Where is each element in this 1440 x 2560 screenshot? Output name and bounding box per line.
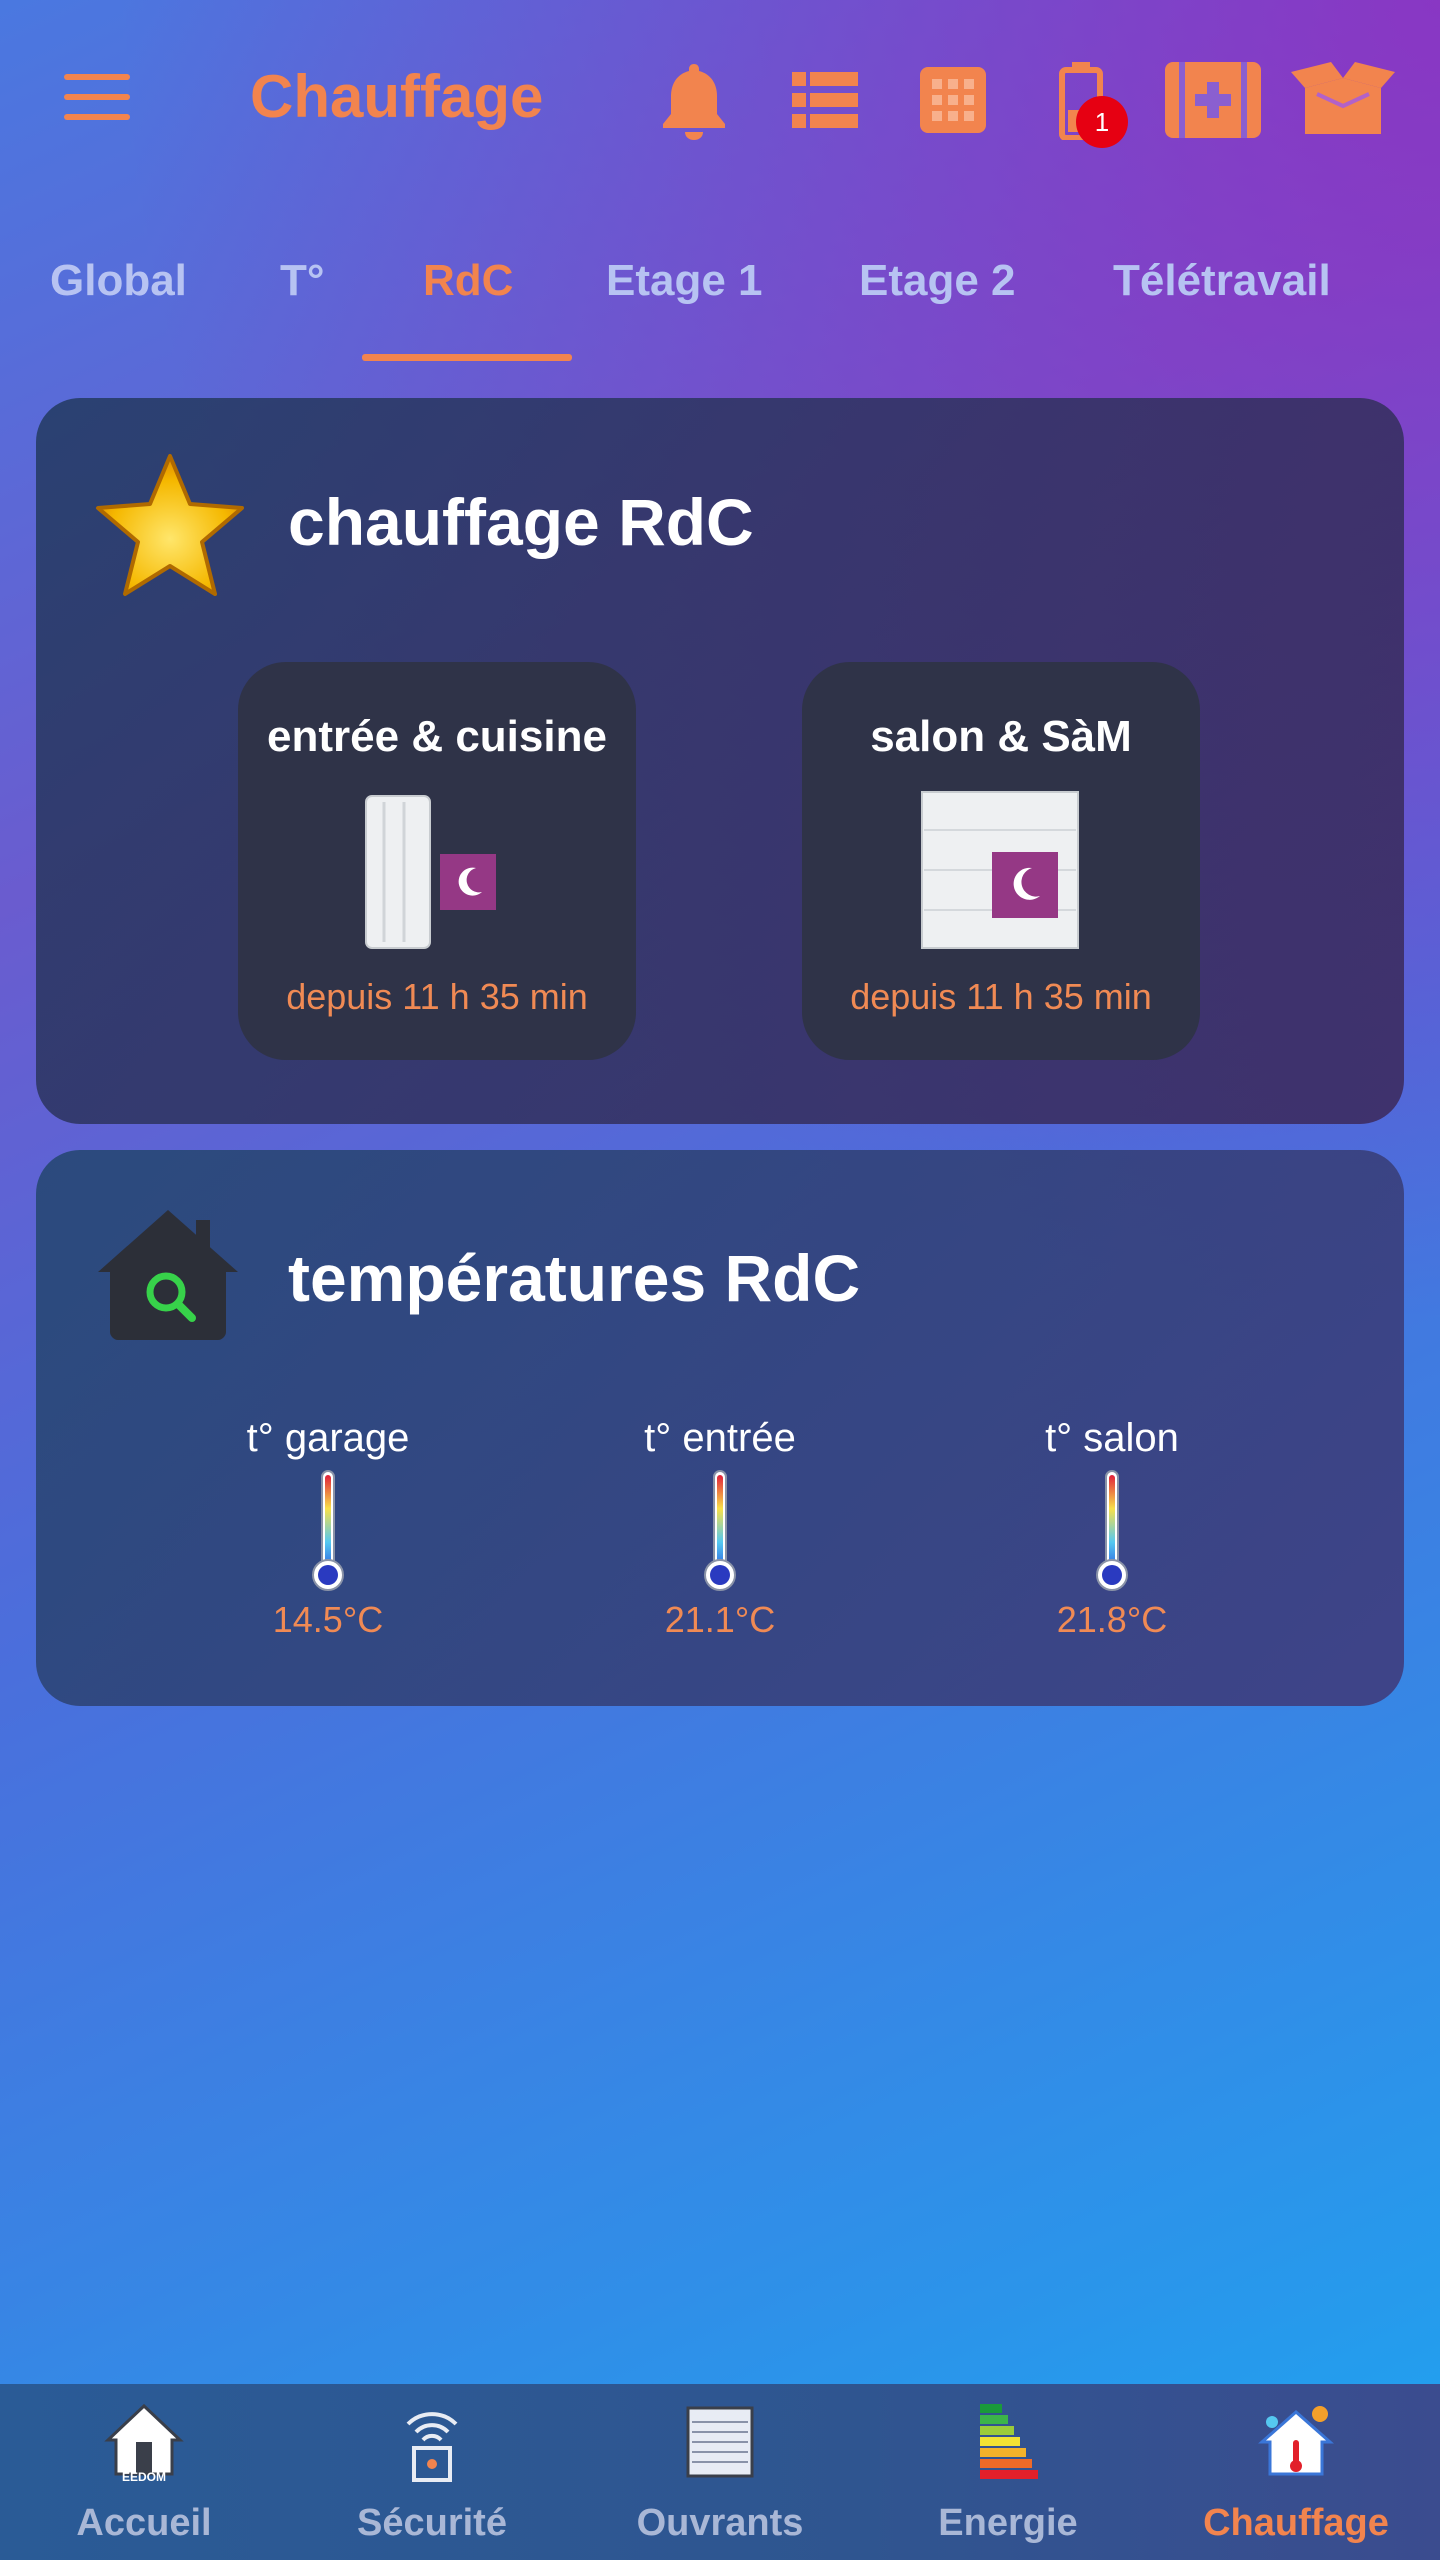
nav-item-accueil[interactable]: EEDOM Accueil: [0, 2384, 288, 2560]
shutter-icon: [680, 2402, 760, 2482]
page-title: Chauffage: [250, 63, 544, 130]
temperature-sensor[interactable]: t° garage 14.5°C: [158, 1416, 498, 1641]
nav-item-securite[interactable]: Sécurité: [288, 2384, 576, 2560]
tab-etage-1[interactable]: Etage 1: [606, 256, 763, 306]
star-icon: [92, 452, 252, 602]
sensor-label: t° salon: [1045, 1416, 1179, 1460]
sensor-label: t° entrée: [644, 1416, 796, 1460]
nav-label: Sécurité: [357, 2502, 507, 2544]
temperature-sensor[interactable]: t° entrée 21.1°C: [550, 1416, 890, 1641]
sensor-label: t° garage: [246, 1416, 410, 1460]
nav-item-chauffage[interactable]: Chauffage: [1152, 2384, 1440, 2560]
heating-house-icon: [1256, 2402, 1336, 2482]
thermometer-icon: [704, 1470, 736, 1591]
list-icon[interactable]: [790, 60, 860, 140]
health-icon[interactable]: [1164, 60, 1262, 140]
bell-icon[interactable]: [656, 60, 732, 140]
tab-temperature[interactable]: T°: [280, 256, 324, 306]
active-tab-indicator: [362, 354, 572, 361]
temperature-card: températures RdC t° garage 14.5°C t° ent…: [36, 1150, 1404, 1706]
grid-icon[interactable]: [918, 60, 988, 140]
app-header: Chauffage 1: [0, 0, 1440, 200]
sensor-value: 21.8°C: [1056, 1599, 1168, 1640]
tab-rdc[interactable]: RdC: [423, 256, 513, 306]
nav-label: Energie: [938, 2502, 1078, 2544]
svg-text:EEDOM: EEDOM: [122, 2470, 166, 2482]
thermometer-icon: [1096, 1470, 1128, 1591]
sensor-value: 21.1°C: [664, 1599, 776, 1640]
tab-etage-2[interactable]: Etage 2: [859, 256, 1016, 306]
heating-card: chauffage RdC entrée & cuisine depuis 11…: [36, 398, 1404, 1124]
heating-zone-tile[interactable]: entrée & cuisine depuis 11 h 35 min: [238, 662, 636, 1060]
heating-card-title: chauffage RdC: [288, 485, 754, 559]
heating-zone-status: depuis 11 h 35 min: [286, 976, 588, 1017]
notification-badge: 1: [1076, 96, 1128, 148]
tab-global[interactable]: Global: [50, 256, 187, 306]
thermometer-icon: [312, 1470, 344, 1591]
alarm-icon: [392, 2402, 472, 2482]
nav-item-energie[interactable]: Energie: [864, 2384, 1152, 2560]
sensor-value: 14.5°C: [272, 1599, 384, 1640]
radiator-eco-icon: [920, 790, 1082, 952]
temperature-sensor[interactable]: t° salon 21.8°C: [942, 1416, 1282, 1641]
energy-label-icon: [968, 2402, 1048, 2482]
box-icon[interactable]: [1290, 60, 1396, 140]
nav-label: Chauffage: [1203, 2502, 1389, 2544]
tab-teletravail[interactable]: Télétravail: [1113, 256, 1331, 306]
jeedom-home-icon: EEDOM: [104, 2402, 184, 2484]
heating-zone-tile[interactable]: salon & SàM depuis 11 h 35 min: [802, 662, 1200, 1060]
nav-item-ouvrants[interactable]: Ouvrants: [576, 2384, 864, 2560]
heating-zone-label: entrée & cuisine: [267, 712, 607, 761]
temperature-card-title: températures RdC: [288, 1241, 861, 1315]
heating-zone-label: salon & SàM: [870, 712, 1132, 761]
nav-label: Ouvrants: [636, 2502, 804, 2544]
radiator-eco-icon: [364, 792, 504, 952]
menu-icon[interactable]: [64, 74, 132, 122]
house-search-icon: [94, 1206, 244, 1346]
heating-zone-status: depuis 11 h 35 min: [850, 976, 1152, 1017]
tab-bar: Global T° RdC Etage 1 Etage 2 Télétravai…: [0, 250, 1440, 361]
bottom-nav: EEDOM Accueil Sécurité Ouvrants Energie …: [0, 2384, 1440, 2560]
nav-label: Accueil: [76, 2502, 212, 2544]
